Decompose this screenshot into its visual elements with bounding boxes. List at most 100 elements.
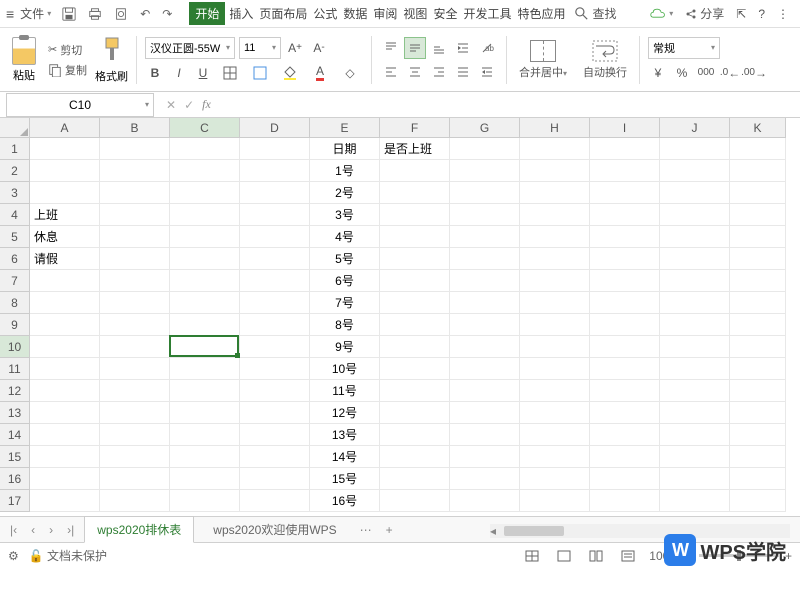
cell-E12[interactable]: 11号	[310, 380, 380, 402]
cell-I14[interactable]	[590, 424, 660, 446]
cell-A4[interactable]: 上班	[30, 204, 100, 226]
save-icon[interactable]	[57, 5, 81, 23]
sheet-tab-0[interactable]: wps2020排休表	[84, 516, 194, 543]
cell-H1[interactable]	[520, 138, 590, 160]
cell-I8[interactable]	[590, 292, 660, 314]
cell-H13[interactable]	[520, 402, 590, 424]
row-header-8[interactable]: 8	[0, 292, 30, 314]
paste-button[interactable]: 粘贴	[8, 35, 40, 85]
select-all-corner[interactable]	[0, 118, 30, 138]
cell-G3[interactable]	[450, 182, 520, 204]
cell-H12[interactable]	[520, 380, 590, 402]
row-header-12[interactable]: 12	[0, 380, 30, 402]
col-header-A[interactable]: A	[30, 118, 100, 138]
cell-J9[interactable]	[660, 314, 730, 336]
cell-A9[interactable]	[30, 314, 100, 336]
cell-E7[interactable]: 6号	[310, 270, 380, 292]
name-box[interactable]: C10▾	[6, 93, 154, 117]
cell-E5[interactable]: 4号	[310, 226, 380, 248]
cell-H11[interactable]	[520, 358, 590, 380]
cell-C13[interactable]	[170, 402, 240, 424]
cell-K8[interactable]	[730, 292, 786, 314]
tab-review[interactable]: 审阅	[371, 2, 399, 25]
cell-B1[interactable]	[100, 138, 170, 160]
cell-H16[interactable]	[520, 468, 590, 490]
tab-start[interactable]: 开始	[189, 2, 225, 25]
tab-list-icon[interactable]: ⋯	[356, 521, 376, 539]
cell-K16[interactable]	[730, 468, 786, 490]
cell-H14[interactable]	[520, 424, 590, 446]
cell-H10[interactable]	[520, 336, 590, 358]
cell-D13[interactable]	[240, 402, 310, 424]
cell-A10[interactable]	[30, 336, 100, 358]
cell-E9[interactable]: 8号	[310, 314, 380, 336]
cell-C12[interactable]	[170, 380, 240, 402]
col-header-I[interactable]: I	[590, 118, 660, 138]
cell-J3[interactable]	[660, 182, 730, 204]
format-painter-button[interactable]: 格式刷	[95, 36, 128, 84]
cell-G9[interactable]	[450, 314, 520, 336]
formula-input[interactable]	[219, 95, 788, 115]
cell-B5[interactable]	[100, 226, 170, 248]
cell-F5[interactable]	[380, 226, 450, 248]
col-header-J[interactable]: J	[660, 118, 730, 138]
cell-E15[interactable]: 14号	[310, 446, 380, 468]
row-header-1[interactable]: 1	[0, 138, 30, 160]
cell-G11[interactable]	[450, 358, 520, 380]
cell-J6[interactable]	[660, 248, 730, 270]
cell-A16[interactable]	[30, 468, 100, 490]
cell-K2[interactable]	[730, 160, 786, 182]
cell-J8[interactable]	[660, 292, 730, 314]
hamburger-icon[interactable]: ≡	[6, 6, 14, 22]
cell-J13[interactable]	[660, 402, 730, 424]
cell-K11[interactable]	[730, 358, 786, 380]
cell-C2[interactable]	[170, 160, 240, 182]
cell-J2[interactable]	[660, 160, 730, 182]
cell-B16[interactable]	[100, 468, 170, 490]
cell-D16[interactable]	[240, 468, 310, 490]
help-icon[interactable]: ?	[753, 5, 770, 23]
cell-D9[interactable]	[240, 314, 310, 336]
redo-icon[interactable]: ↷	[157, 5, 177, 23]
cell-G13[interactable]	[450, 402, 520, 424]
cell-E16[interactable]: 15号	[310, 468, 380, 490]
zoom-in-icon[interactable]: +	[785, 549, 792, 563]
cell-F6[interactable]	[380, 248, 450, 270]
cell-D1[interactable]	[240, 138, 310, 160]
tab-security[interactable]: 安全	[431, 2, 459, 25]
align-right-icon[interactable]	[428, 61, 450, 83]
cell-G17[interactable]	[450, 490, 520, 512]
cell-I13[interactable]	[590, 402, 660, 424]
page-break-view-icon[interactable]	[585, 548, 607, 564]
share-button[interactable]: 分享	[680, 3, 729, 24]
cell-A1[interactable]	[30, 138, 100, 160]
cell-J14[interactable]	[660, 424, 730, 446]
cell-A15[interactable]	[30, 446, 100, 468]
font-size-select[interactable]: 11▾	[239, 37, 281, 59]
cell-B9[interactable]	[100, 314, 170, 336]
thousands-icon[interactable]: 000	[696, 63, 716, 83]
cell-E11[interactable]: 10号	[310, 358, 380, 380]
cell-K15[interactable]	[730, 446, 786, 468]
cell-F13[interactable]	[380, 402, 450, 424]
col-header-E[interactable]: E	[310, 118, 380, 138]
cell-B2[interactable]	[100, 160, 170, 182]
cell-F16[interactable]	[380, 468, 450, 490]
row-header-9[interactable]: 9	[0, 314, 30, 336]
cell-C7[interactable]	[170, 270, 240, 292]
cell-C10[interactable]	[170, 336, 240, 358]
col-header-H[interactable]: H	[520, 118, 590, 138]
cell-J11[interactable]	[660, 358, 730, 380]
col-header-D[interactable]: D	[240, 118, 310, 138]
cell-F10[interactable]	[380, 336, 450, 358]
settings-icon[interactable]: ⚙	[8, 549, 19, 563]
cell-E6[interactable]: 5号	[310, 248, 380, 270]
row-header-16[interactable]: 16	[0, 468, 30, 490]
cell-A6[interactable]: 请假	[30, 248, 100, 270]
cell-A2[interactable]	[30, 160, 100, 182]
merge-center-button[interactable]: 合并居中▾	[515, 38, 571, 82]
cell-E10[interactable]: 9号	[310, 336, 380, 358]
cell-I7[interactable]	[590, 270, 660, 292]
cell-K13[interactable]	[730, 402, 786, 424]
cell-H6[interactable]	[520, 248, 590, 270]
